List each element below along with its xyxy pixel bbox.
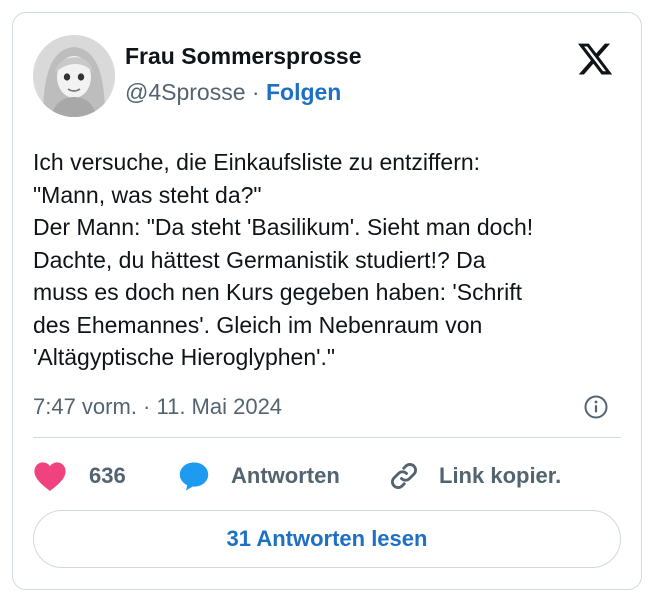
- avatar[interactable]: [33, 35, 115, 117]
- like-button[interactable]: 636: [33, 458, 126, 494]
- info-icon[interactable]: [583, 394, 609, 420]
- tweet-text-line: des Ehemannes'. Gleich im Nebenraum von: [33, 311, 483, 338]
- tweet-text-line: "Mann, was steht da?": [33, 181, 262, 208]
- tweet-text-line: 'Altägyptische Hieroglyphen'.": [33, 344, 336, 370]
- reply-label: Antworten: [231, 463, 340, 488]
- speech-bubble-icon: [179, 462, 209, 491]
- tweet-text-line: Der Mann: "Da steht 'Basilikum'. Sieht m…: [33, 214, 534, 240]
- reply-button[interactable]: Antworten: [177, 458, 340, 494]
- tweet-timestamp[interactable]: 7:47 vorm. · 11. Mai 2024: [33, 394, 282, 420]
- copy-link-label: Link kopier.: [439, 463, 562, 488]
- copy-link-button[interactable]: Link kopier.: [387, 458, 561, 494]
- author-handle[interactable]: @4Sprosse: [125, 79, 246, 105]
- x-logo-icon[interactable]: [576, 40, 614, 78]
- tweet-text-line: Ich versuche, die Einkaufsliste zu entzi…: [33, 149, 481, 175]
- heart-icon: [34, 462, 66, 492]
- follow-button[interactable]: Folgen: [266, 79, 341, 105]
- tweet-card: Frau Sommersprosse @4Sprosse · Folgen Ic…: [12, 12, 642, 590]
- tweet-text: Ich versuche, die Einkaufsliste zu entzi…: [33, 146, 633, 374]
- like-count: 636: [89, 463, 126, 488]
- link-icon: [391, 463, 417, 489]
- tweet-text-line: Dachte, du hättest Germanistik studiert!…: [33, 246, 486, 273]
- read-replies-button[interactable]: 31 Antworten lesen: [33, 510, 621, 568]
- tweet-text-line: muss es doch nen Kurs gegeben haben: 'Sc…: [33, 279, 522, 305]
- author-meta: @4Sprosse · Folgen: [125, 79, 341, 106]
- meta-separator: ·: [251, 79, 260, 105]
- avatar-portrait: [33, 35, 115, 117]
- divider: [33, 437, 621, 438]
- author-name[interactable]: Frau Sommersprosse: [125, 43, 361, 70]
